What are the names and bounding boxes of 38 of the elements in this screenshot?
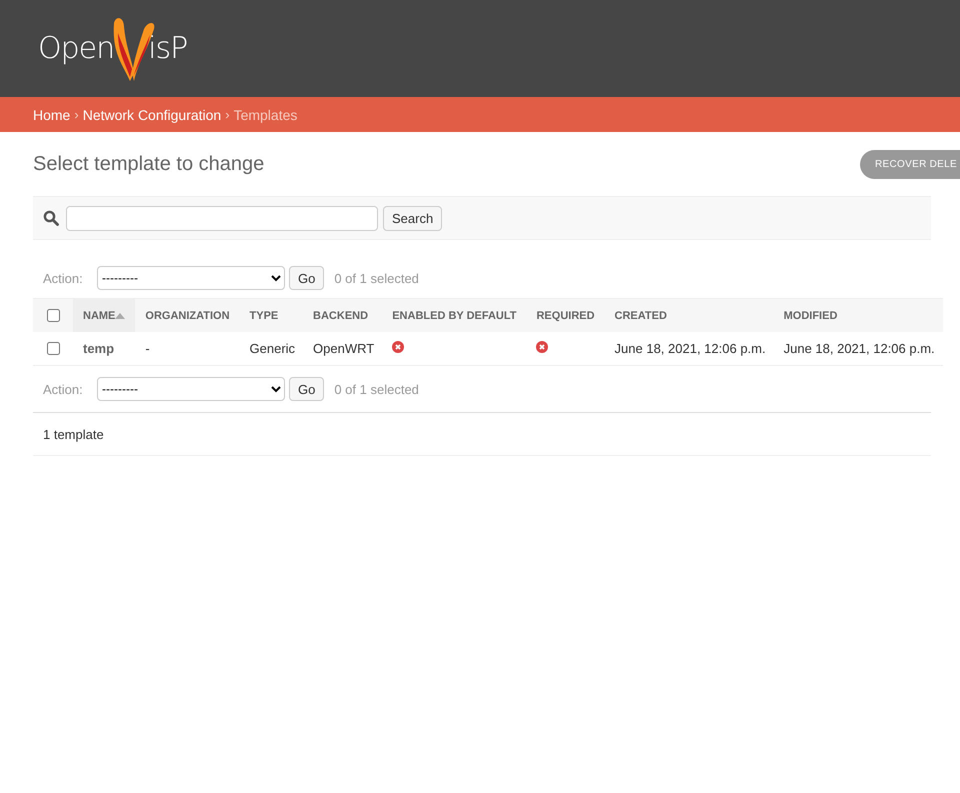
logo-text: Open (38, 31, 114, 66)
table-cell: - (135, 332, 240, 366)
column-header[interactable]: REQUIRED (526, 298, 605, 332)
selection-counter: 0 of 1 selected (334, 270, 419, 286)
page-title: Select template to change (33, 152, 264, 176)
result-count: 1 template (43, 426, 104, 442)
column-header[interactable]: ORGANIZATION (135, 298, 240, 332)
breadcrumb-separator: › (74, 107, 79, 122)
select-all-checkbox[interactable] (47, 309, 60, 322)
go-button[interactable]: Go (289, 266, 324, 290)
recover-deleted-button[interactable]: RECOVER DELE (860, 150, 960, 178)
action-select[interactable]: --------- (97, 266, 285, 290)
column-header[interactable]: ENABLED BY DEFAULT (382, 298, 526, 332)
go-button[interactable]: Go (289, 377, 324, 401)
search-field[interactable] (66, 206, 378, 230)
search-button[interactable]: Search (383, 206, 442, 230)
breadcrumb-separator: › (225, 107, 230, 122)
column-header[interactable]: CREATED (604, 298, 774, 332)
action-select[interactable]: --------- (97, 377, 285, 401)
column-header[interactable]: TYPE (240, 298, 304, 332)
table-cell: Generic (240, 332, 304, 366)
action-label: Action: (43, 382, 84, 396)
column-header[interactable]: BACKEND (303, 298, 382, 332)
row-checkbox[interactable] (47, 342, 60, 355)
sort-ascending-icon (115, 312, 126, 318)
breadcrumb-link[interactable]: Network Configuration (82, 106, 222, 122)
selection-counter: 0 of 1 selected (334, 382, 419, 396)
table-cell: OpenWRT (303, 332, 382, 366)
breadcrumb-link[interactable]: Home (33, 106, 70, 122)
action-label: Action: (43, 270, 84, 286)
breadcrumb-current: Templates (234, 106, 298, 122)
table-cell: June 18, 2021, 12:06 p.m. (604, 332, 774, 366)
search-icon (43, 210, 59, 226)
template-link[interactable]: temp (73, 332, 136, 366)
column-header[interactable]: MODIFIED (774, 298, 943, 332)
table-cell: June 18, 2021, 12:06 p.m. (774, 332, 943, 366)
column-header[interactable]: NAME (73, 298, 136, 332)
logo-text: isP (148, 31, 188, 66)
